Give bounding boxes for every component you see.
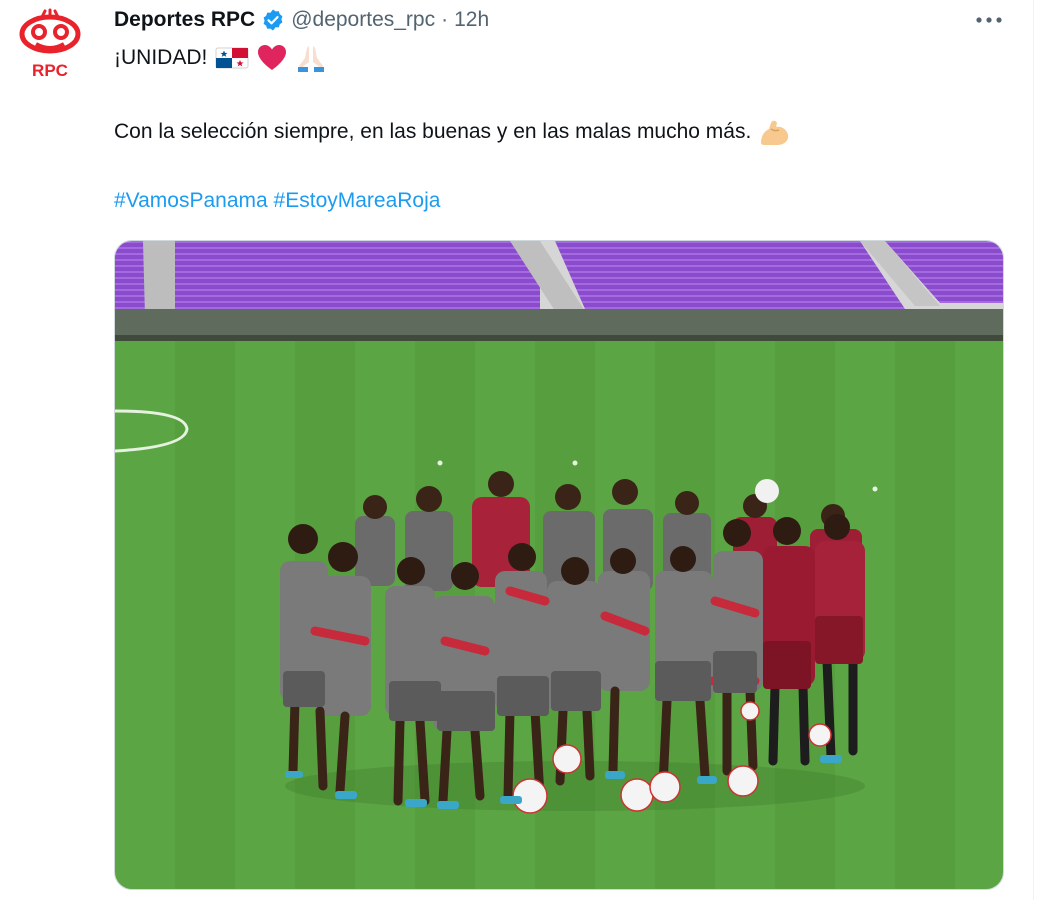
tweet-timestamp[interactable]: 12h (454, 8, 489, 32)
flexed-biceps-icon (761, 120, 789, 145)
hashtag-vamospanama[interactable]: #VamosPanama (114, 189, 268, 212)
tweet-text: ¡UNIDAD! Con la selección siempre, en la… (114, 42, 1004, 212)
tweet-header: Deportes RPC @deportes_rpc · 12h (114, 6, 489, 34)
hashtag-row: #VamosPanama #EstoyMareaRoja (114, 187, 440, 215)
tweet-text-line-1: ¡UNIDAD! (114, 46, 208, 69)
more-options-button[interactable] (972, 6, 1006, 34)
rpc-logo: RPC (14, 8, 86, 80)
tweet-text-line-2: Con la selección siempre, en las buenas … (114, 120, 752, 143)
timeline-divider (1033, 0, 1034, 900)
author-handle[interactable]: @deportes_rpc (291, 8, 435, 32)
folded-hands-icon (298, 46, 325, 72)
team-huddle-photo (115, 241, 1003, 889)
author-display-name[interactable]: Deportes RPC (114, 8, 255, 32)
ellipsis-icon (976, 17, 1002, 23)
svg-text:RPC: RPC (32, 61, 68, 80)
tweet-photo[interactable] (114, 240, 1004, 890)
red-heart-icon (258, 45, 287, 70)
header-separator: · (441, 8, 449, 31)
author-avatar[interactable]: RPC (14, 8, 86, 80)
hashtag-estoymarearoja[interactable]: #EstoyMareaRoja (274, 189, 441, 212)
panama-flag-icon (215, 47, 249, 69)
verified-badge-icon (261, 8, 285, 32)
